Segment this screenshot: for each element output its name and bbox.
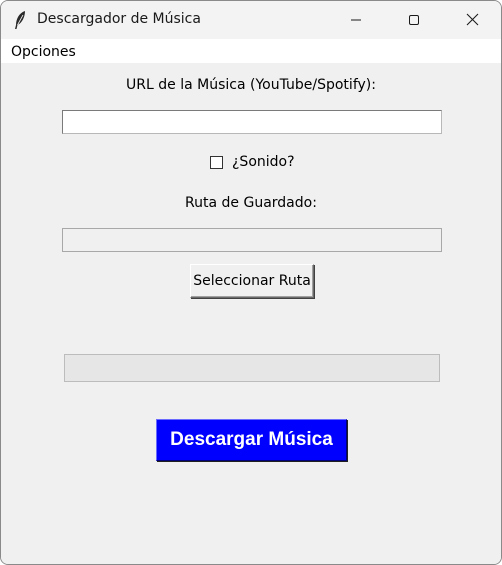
menu-opciones[interactable]: Opciones [11,44,76,60]
menu-bar: Opciones [1,39,501,63]
app-window: Descargador de Música Opciones URL de la… [0,0,502,565]
feather-icon [13,10,27,30]
close-button[interactable] [443,1,501,39]
window-title: Descargador de Música [37,11,201,27]
sound-checkbox-label[interactable]: ¿Sonido? [232,154,295,170]
minimize-icon [350,11,362,30]
sound-checkbox-row[interactable]: ¿Sonido? [210,153,295,171]
download-music-button[interactable]: Descargar Música [156,419,347,461]
close-icon [466,11,479,30]
title-bar[interactable]: Descargador de Música [1,1,501,39]
save-path-label: Ruta de Guardado: [185,195,317,211]
url-input[interactable] [62,110,442,134]
sound-checkbox[interactable] [210,155,223,169]
select-path-button[interactable]: Seleccionar Ruta [190,264,314,298]
minimize-button[interactable] [327,1,385,39]
url-label: URL de la Música (YouTube/Spotify): [126,77,376,93]
save-path-field[interactable] [62,228,442,252]
download-progress-bar [64,354,440,382]
main-content: URL de la Música (YouTube/Spotify): ¿Son… [1,63,501,564]
maximize-button[interactable] [385,1,443,39]
maximize-icon [408,11,420,30]
